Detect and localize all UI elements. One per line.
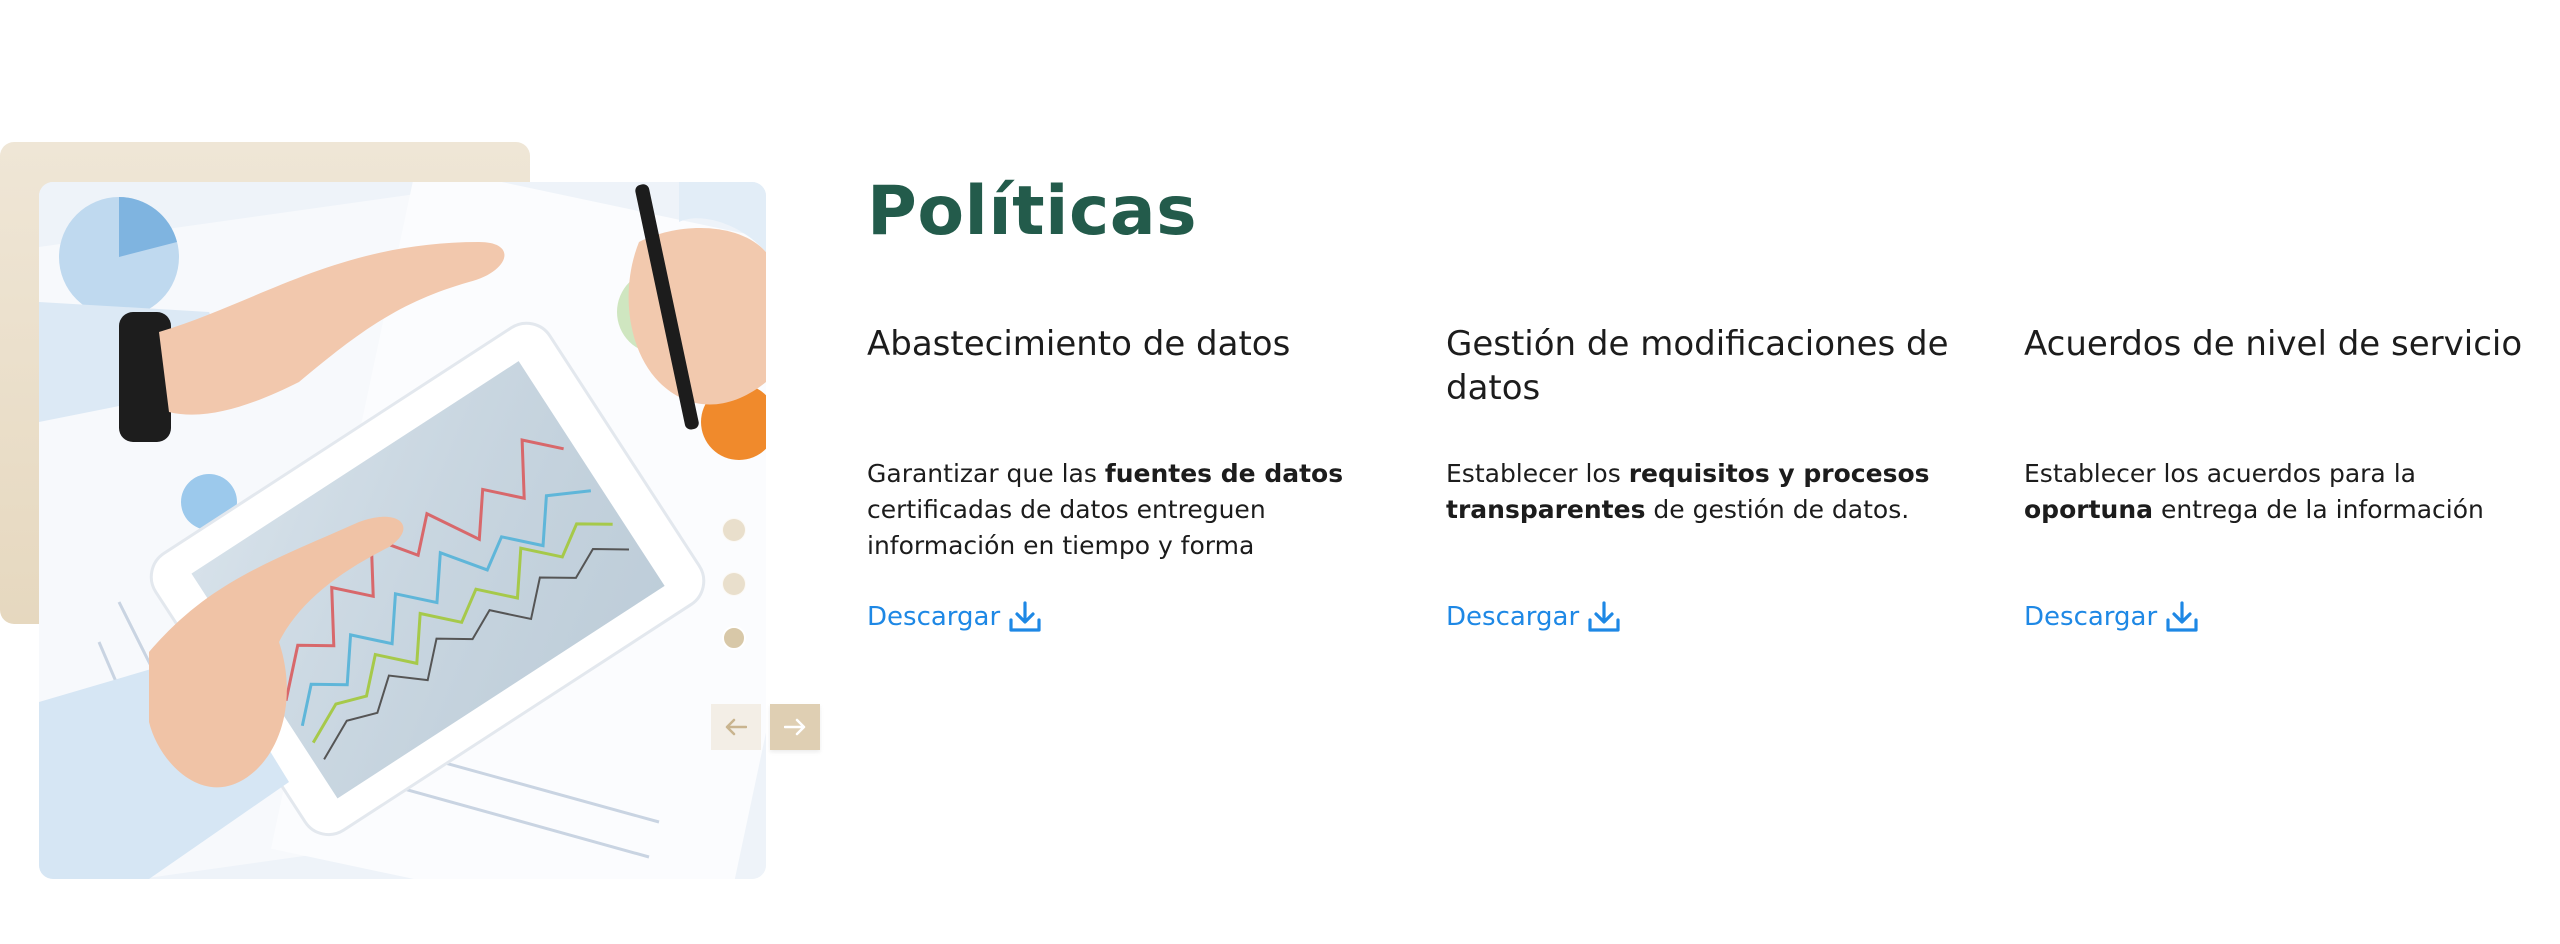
policy-description: Garantizar que las fuentes de datos cert… xyxy=(867,459,1344,560)
carousel-indicators xyxy=(722,518,748,680)
policy-card-3: Acuerdos de nivel de servicio Establecer… xyxy=(2024,322,2560,632)
download-link[interactable]: Descargar xyxy=(2024,600,2199,634)
download-link[interactable]: Descargar xyxy=(867,600,1042,634)
policy-heading: Acuerdos de nivel de servicio xyxy=(2024,324,2523,364)
download-icon xyxy=(1009,601,1041,632)
policy-heading: Abastecimiento de datos xyxy=(867,324,1291,364)
carousel-dot-1[interactable] xyxy=(722,518,746,542)
carousel-prev-button[interactable] xyxy=(711,704,761,750)
policy-card-1: Abastecimiento de datos Garantizar que l… xyxy=(867,322,1407,632)
policy-heading: Gestión de modificaciones de datos xyxy=(1446,324,1949,408)
policy-description: Establecer los requisitos y procesos tra… xyxy=(1446,459,1930,524)
carousel-dot-2[interactable] xyxy=(722,572,746,596)
arrow-right-icon xyxy=(784,718,806,736)
download-icon xyxy=(1588,601,1620,632)
arrow-left-icon xyxy=(725,718,747,736)
hero-photo xyxy=(39,182,766,879)
download-icon xyxy=(2166,601,2198,632)
carousel-dot-3[interactable] xyxy=(722,626,746,650)
carousel-next-button[interactable] xyxy=(770,704,820,750)
section-title: Políticas xyxy=(867,172,1198,251)
download-link[interactable]: Descargar xyxy=(1446,600,1621,634)
policy-card-2: Gestión de modificaciones de datos Estab… xyxy=(1446,322,1986,632)
policy-description: Establecer los acuerdos para la oportuna… xyxy=(2024,459,2484,524)
